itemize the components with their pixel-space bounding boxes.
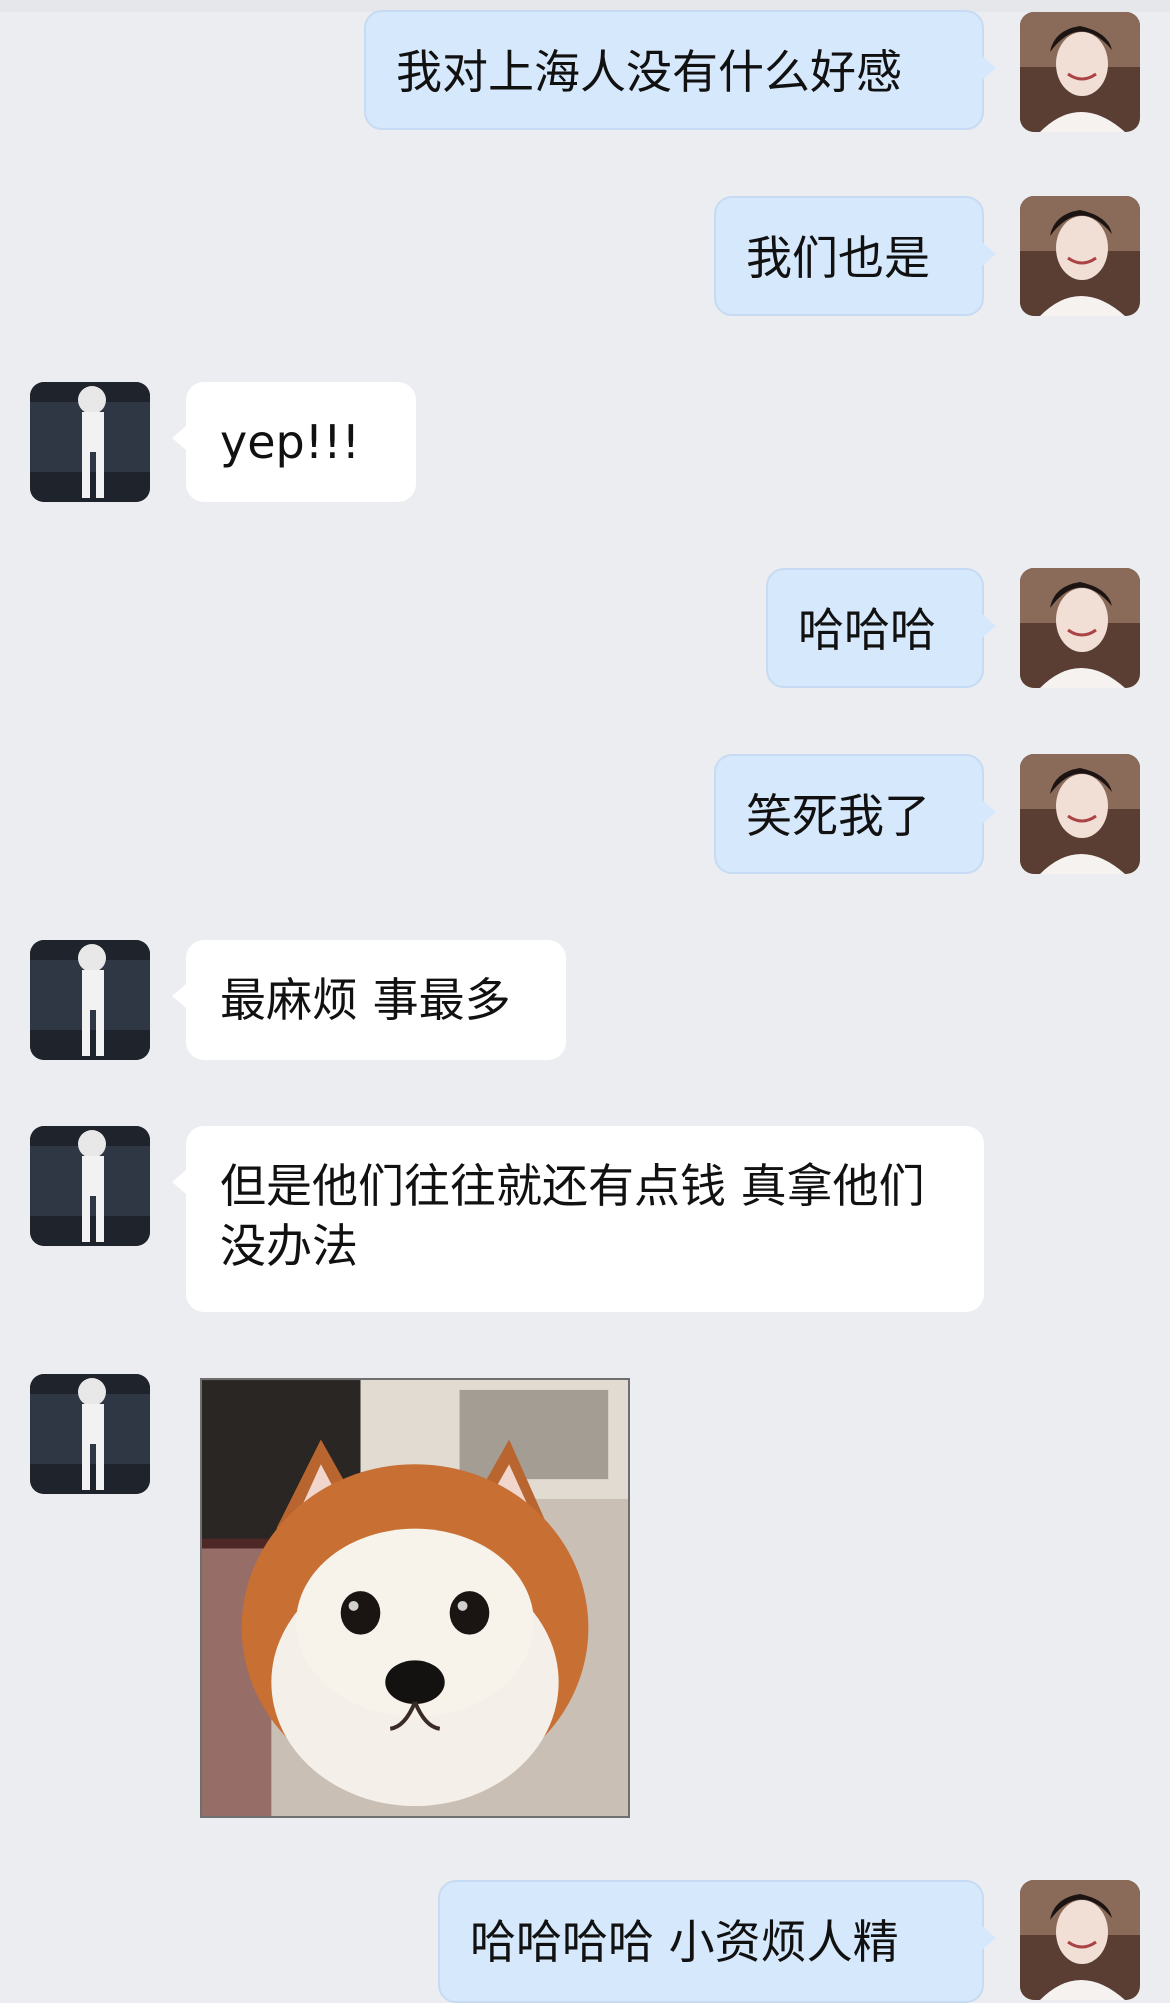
- my-avatar[interactable]: [1020, 754, 1140, 874]
- message-row: 笑死我了: [0, 754, 1170, 879]
- my-avatar[interactable]: [1020, 12, 1140, 132]
- message-text: 笑死我了: [746, 789, 930, 843]
- message-text: 我对上海人没有什么好感: [396, 45, 902, 99]
- message-text: 但是他们往往就还有点钱 真拿他们没办法: [220, 1159, 925, 1273]
- message-row: 但是他们往往就还有点钱 真拿他们没办法: [0, 1126, 1170, 1316]
- message-text: 哈哈哈: [798, 603, 936, 657]
- contact-avatar[interactable]: [30, 1126, 150, 1246]
- message-bubble[interactable]: 哈哈哈哈 小资烦人精: [438, 1880, 996, 2003]
- message-bubble[interactable]: yep!!!: [172, 382, 416, 502]
- my-avatar[interactable]: [1020, 1880, 1140, 2000]
- chat-message-list[interactable]: 我对上海人没有什么好感 我们也是 yep!!! 哈哈哈 笑死我了 最麻烦 事最多…: [0, 0, 1170, 2003]
- message-row: 我对上海人没有什么好感: [0, 10, 1170, 135]
- message-text: yep!!!: [220, 415, 361, 469]
- message-bubble[interactable]: 但是他们往往就还有点钱 真拿他们没办法: [172, 1126, 984, 1312]
- message-row: [0, 1374, 1170, 1824]
- shiba-inu-dog-photo[interactable]: [200, 1378, 630, 1818]
- message-row: 哈哈哈: [0, 568, 1170, 693]
- message-bubble[interactable]: 我对上海人没有什么好感: [364, 10, 996, 130]
- message-bubble[interactable]: 哈哈哈: [766, 568, 996, 688]
- contact-avatar[interactable]: [30, 940, 150, 1060]
- message-text: 哈哈哈哈 小资烦人精: [470, 1915, 899, 1969]
- message-text: 我们也是: [746, 231, 930, 285]
- message-bubble[interactable]: 笑死我了: [714, 754, 996, 874]
- my-avatar[interactable]: [1020, 568, 1140, 688]
- message-row: 哈哈哈哈 小资烦人精: [0, 1880, 1170, 2003]
- message-bubble[interactable]: 我们也是: [714, 196, 996, 316]
- message-row: 我们也是: [0, 196, 1170, 321]
- my-avatar[interactable]: [1020, 196, 1140, 316]
- message-text: 最麻烦 事最多: [220, 973, 511, 1027]
- message-bubble[interactable]: 最麻烦 事最多: [172, 940, 566, 1060]
- message-row: yep!!!: [0, 382, 1170, 507]
- contact-avatar[interactable]: [30, 382, 150, 502]
- message-row: 最麻烦 事最多: [0, 940, 1170, 1065]
- contact-avatar[interactable]: [30, 1374, 150, 1494]
